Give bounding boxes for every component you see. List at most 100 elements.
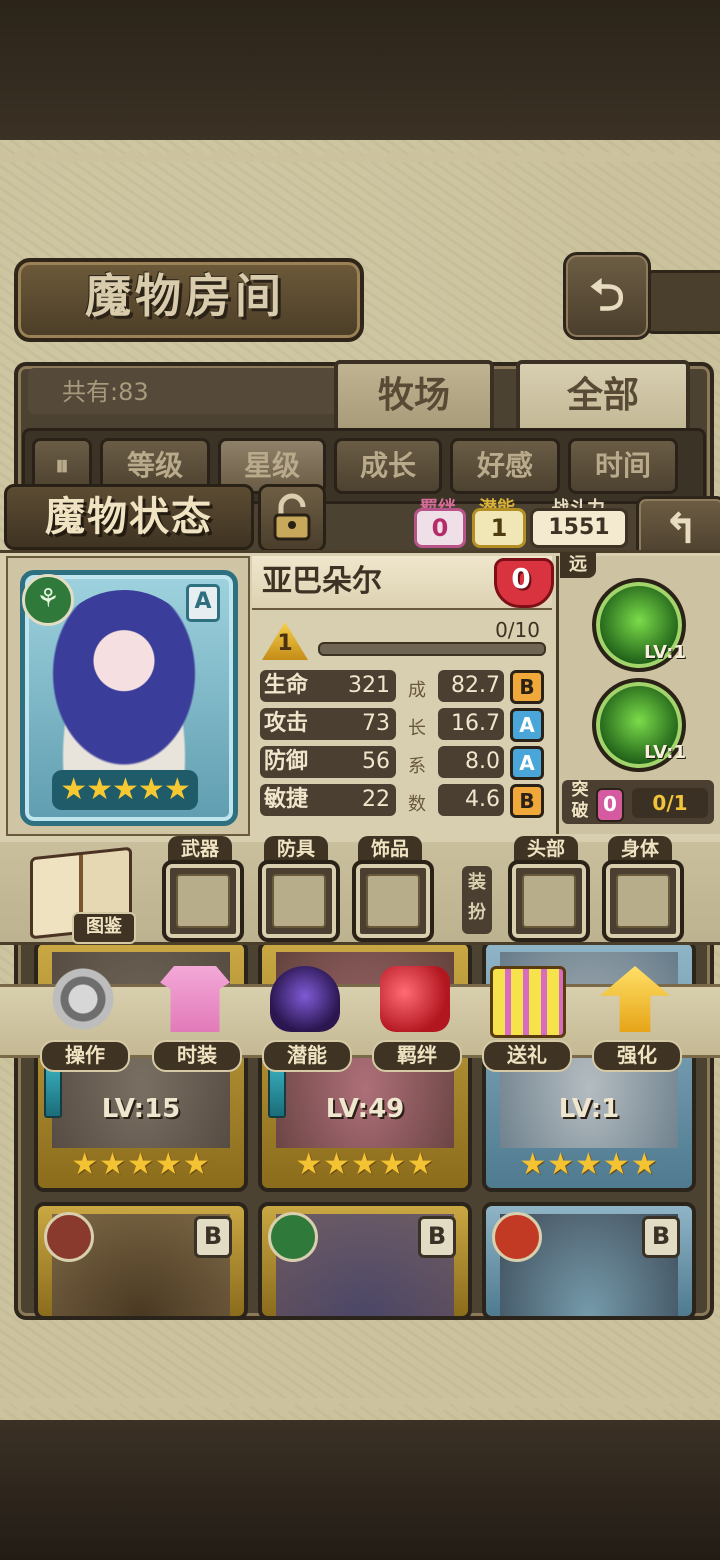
sort-time-button[interactable]: 时间 — [568, 438, 678, 494]
growth-label-char: 数 — [408, 794, 426, 815]
rank-badge: B — [418, 1216, 456, 1258]
stat-name: 生命 — [264, 673, 309, 698]
monster-portrait — [44, 590, 204, 776]
slot-label-weapon: 武器 — [168, 836, 232, 862]
stat-value: 56 — [362, 749, 390, 774]
star-rating: ★★★★★ — [519, 1147, 659, 1182]
upgrade-button[interactable]: 强化 — [592, 966, 682, 1074]
growth-grade: B — [510, 670, 544, 704]
potential-value: 1 — [472, 508, 526, 548]
range-tag: 远 — [560, 552, 596, 578]
monster-level: LV:15 — [101, 1094, 181, 1124]
grass-element-icon — [268, 1212, 318, 1262]
stat-name: 攻击 — [264, 711, 309, 736]
sort-affection-button[interactable]: 好感 — [450, 438, 560, 494]
gear-icon — [48, 966, 118, 1032]
tab-all[interactable]: 全部 — [516, 360, 690, 436]
outfit-icon — [160, 966, 230, 1032]
breakthrough-progress: 0/1 — [632, 788, 708, 818]
gift-icon — [490, 966, 566, 1038]
hearts-icon — [380, 966, 450, 1032]
slot-label-body: 身体 — [608, 836, 672, 862]
lock-icon — [273, 493, 311, 541]
monster-level: LV:1 — [558, 1094, 620, 1124]
back-button[interactable]: ⮌ — [563, 252, 651, 340]
operate-button[interactable]: 操作 — [40, 966, 130, 1074]
star-rating: ★★★★★ — [52, 770, 198, 810]
monster-card[interactable]: B — [482, 1202, 696, 1320]
breakthrough-count: 0 — [596, 788, 624, 822]
growth-label-char: 系 — [408, 756, 426, 777]
page-title: 魔物房间 — [85, 269, 285, 323]
monster-card[interactable]: B — [258, 1202, 472, 1320]
monster-level: LV:49 — [325, 1094, 405, 1124]
growth-value: 4.6 — [465, 787, 500, 812]
bond-button[interactable]: 羁绊 — [372, 966, 462, 1074]
back-arrow-icon: ⮌ — [589, 270, 625, 321]
grass-element-icon: ⚘ — [22, 574, 74, 626]
growth-value: 82.7 — [451, 673, 500, 698]
rank-badge: B — [194, 1216, 232, 1258]
action-label: 操作 — [40, 1040, 130, 1072]
action-label: 时装 — [152, 1040, 242, 1072]
gift-button[interactable]: 送礼 — [482, 966, 572, 1074]
upgrade-arrows-icon — [600, 966, 670, 1032]
encyclopedia-label[interactable]: 图鉴 — [72, 912, 136, 944]
skill-level: LV:1 — [644, 742, 686, 763]
slot-label-head: 头部 — [514, 836, 578, 862]
lock-button[interactable] — [258, 484, 326, 552]
rank-badge: B — [642, 1216, 680, 1258]
skill-level: LV:1 — [644, 642, 686, 663]
weapon-slot[interactable] — [162, 860, 244, 942]
monster-card[interactable]: B — [34, 1202, 248, 1320]
growth-label-char: 长 — [408, 718, 426, 739]
action-label: 羁绊 — [372, 1040, 462, 1072]
monster-count: 共有:83 — [62, 378, 149, 406]
top-backdrop — [0, 0, 720, 140]
head-slot[interactable] — [508, 860, 590, 942]
back-rail — [645, 270, 720, 334]
fire-element-icon — [492, 1212, 542, 1262]
stat-value: 22 — [362, 787, 390, 812]
stat-value: 73 — [362, 711, 390, 736]
growth-value: 16.7 — [451, 711, 500, 736]
body-slot[interactable] — [602, 860, 684, 942]
potential-button[interactable]: 潜能 — [262, 966, 352, 1074]
armor-slot[interactable] — [258, 860, 340, 942]
torn-edge-top — [0, 140, 720, 162]
dress-up-label: 装扮 — [462, 866, 492, 934]
power-value: 1551 — [530, 508, 628, 548]
stat-name: 防御 — [264, 749, 309, 774]
slot-label-armor: 防具 — [264, 836, 328, 862]
growth-grade: A — [510, 708, 544, 742]
demon-icon — [270, 966, 340, 1032]
growth-label-char: 成 — [408, 680, 426, 701]
breakthrough-label: 突破 — [571, 780, 589, 821]
tab-ranch[interactable]: 牧场 — [334, 360, 494, 436]
level-value: 1 — [277, 631, 293, 656]
sort-order-icon: ⏸ — [54, 449, 69, 482]
outfit-button[interactable]: 时装 — [152, 966, 242, 1074]
action-label: 强化 — [592, 1040, 682, 1072]
torn-edge-bottom — [0, 1398, 720, 1420]
bond-value: 0 — [414, 508, 466, 548]
growth-grade: B — [510, 784, 544, 818]
slot-label-accessory: 饰品 — [358, 836, 422, 862]
growth-value: 8.0 — [465, 749, 500, 774]
monster-name: 亚巴朵尔 — [262, 564, 382, 599]
rank-badge: A — [186, 584, 220, 622]
star-rating: ★★★★★ — [295, 1147, 435, 1182]
heart-value: 0 — [511, 562, 531, 595]
action-label: 送礼 — [482, 1040, 572, 1072]
action-label: 潜能 — [262, 1040, 352, 1072]
star-rating: ★★★★★ — [71, 1147, 211, 1182]
accessory-slot[interactable] — [352, 860, 434, 942]
return-arrow-icon: ↰ — [663, 504, 699, 553]
sort-growth-button[interactable]: 成长 — [334, 438, 442, 494]
status-title: 魔物状态 — [4, 484, 254, 550]
exp-bar — [318, 642, 546, 656]
exp-text: 0/10 — [495, 618, 540, 642]
earth-element-icon — [44, 1212, 94, 1262]
growth-grade: A — [510, 746, 544, 780]
stat-name: 敏捷 — [264, 787, 309, 812]
